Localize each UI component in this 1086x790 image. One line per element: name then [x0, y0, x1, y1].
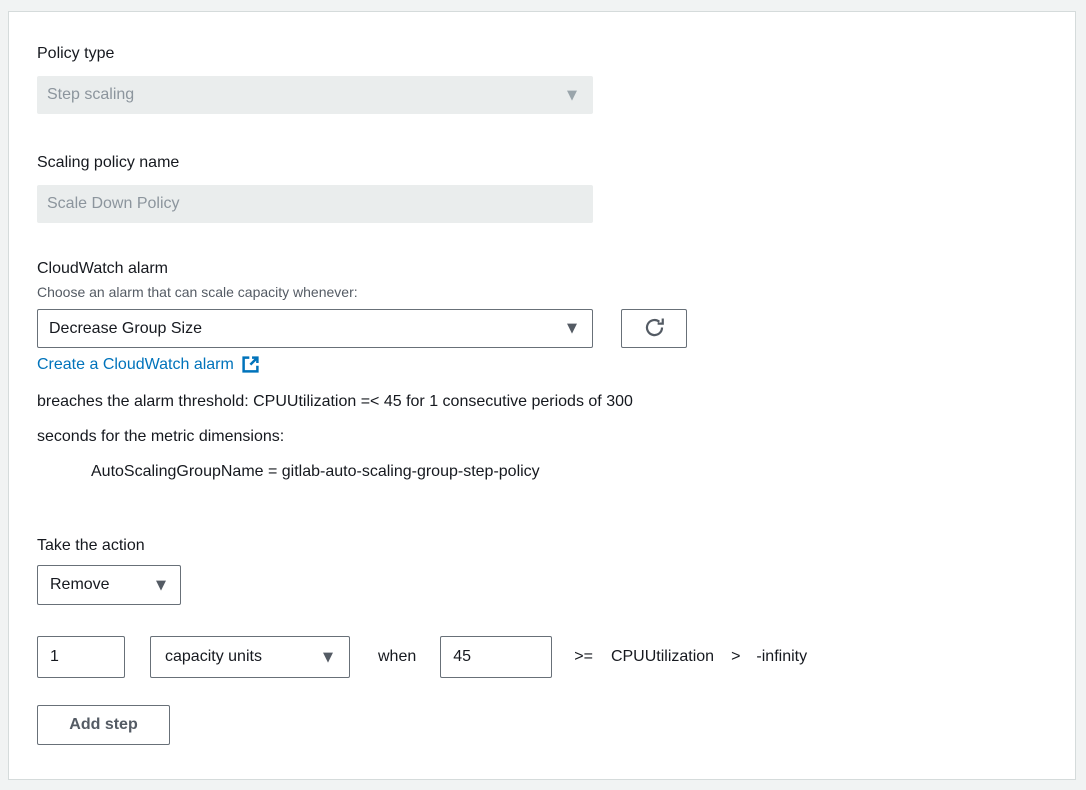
alarm-breach-text-line1: breaches the alarm threshold: CPUUtiliza…: [37, 384, 1047, 419]
policy-type-label: Policy type: [37, 44, 1047, 63]
chevron-down-icon: ▼: [567, 322, 577, 335]
policy-name-placeholder: Scale Down Policy: [47, 195, 180, 213]
chevron-down-icon: ▼: [156, 579, 166, 592]
policy-name-input: Scale Down Policy: [37, 185, 593, 223]
alarm-selected-value: Decrease Group Size: [49, 320, 202, 338]
step-threshold-input[interactable]: [440, 636, 552, 678]
alarm-select-row: Decrease Group Size ▼: [37, 309, 1047, 348]
step-unit-select[interactable]: capacity units ▼: [150, 636, 350, 678]
lower-bound-value: -infinity: [756, 648, 807, 666]
refresh-icon: [643, 316, 666, 342]
metric-name: CPUUtilization: [611, 648, 714, 666]
add-step-button[interactable]: Add step: [37, 705, 170, 745]
policy-name-label: Scaling policy name: [37, 153, 1047, 172]
policy-type-value: Step scaling: [47, 86, 134, 104]
step-scaling-policy-panel: Policy type Step scaling ▼ Scaling polic…: [8, 11, 1076, 780]
scaling-step-row: capacity units ▼ when >= CPUUtilization …: [37, 636, 1047, 678]
policy-type-select: Step scaling ▼: [37, 76, 593, 114]
alarm-select[interactable]: Decrease Group Size ▼: [37, 309, 593, 348]
cloudwatch-alarm-hint: Choose an alarm that can scale capacity …: [37, 283, 1047, 301]
refresh-alarms-button[interactable]: [621, 309, 687, 348]
action-type-select[interactable]: Remove ▼: [37, 565, 181, 605]
lower-bound-operator: >: [731, 648, 740, 666]
when-label: when: [378, 648, 416, 666]
step-unit-value: capacity units: [165, 648, 262, 666]
action-type-value: Remove: [50, 576, 110, 594]
upper-bound-operator: >=: [574, 648, 593, 666]
create-cloudwatch-alarm-link-label: Create a CloudWatch alarm: [37, 355, 234, 374]
alarm-breach-description: breaches the alarm threshold: CPUUtiliza…: [37, 384, 1047, 454]
create-cloudwatch-alarm-link[interactable]: Create a CloudWatch alarm: [37, 355, 260, 374]
alarm-metric-dimension: AutoScalingGroupName = gitlab-auto-scali…: [37, 462, 1047, 481]
external-link-icon: [241, 355, 260, 374]
take-action-label: Take the action: [37, 536, 1047, 555]
step-amount-input[interactable]: [37, 636, 125, 678]
alarm-breach-text-line2: seconds for the metric dimensions:: [37, 419, 1047, 454]
chevron-down-icon: ▼: [323, 651, 333, 664]
cloudwatch-alarm-label: CloudWatch alarm: [37, 259, 1047, 278]
chevron-down-icon: ▼: [567, 89, 577, 102]
